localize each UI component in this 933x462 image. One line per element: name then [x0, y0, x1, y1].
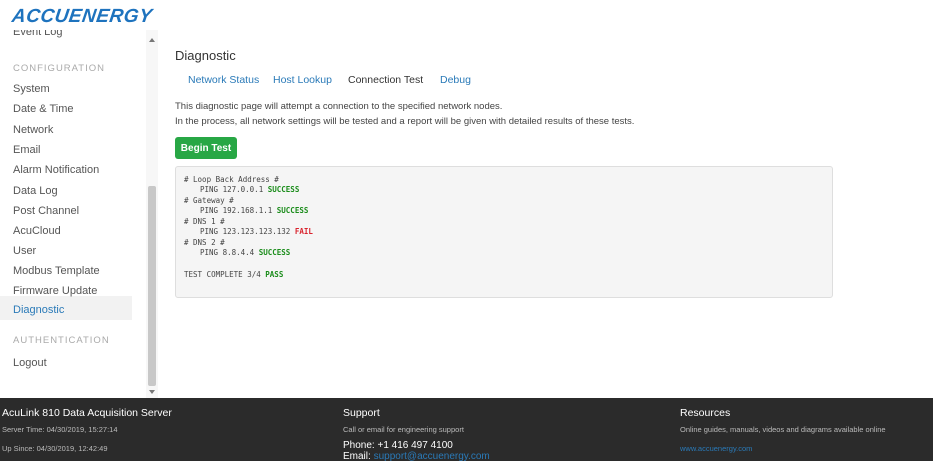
support-email-link[interactable]: support@accuenergy.com [374, 451, 490, 462]
result-ping: PING 127.0.0.1 SUCCESS [200, 185, 300, 194]
resources-link[interactable]: www.accuenergy.com [680, 444, 752, 453]
footer-support-text: Call or email for engineering support [343, 425, 464, 434]
test-results-panel: # Loop Back Address # PING 127.0.0.1 SUC… [175, 166, 833, 298]
sidebar-item-data-log[interactable]: Data Log [13, 185, 58, 197]
tab-debug[interactable]: Debug [440, 74, 471, 86]
description-line-1: This diagnostic page will attempt a conn… [175, 101, 503, 112]
status-fail: FAIL [294, 227, 313, 236]
footer-resources-text: Online guides, manuals, videos and diagr… [680, 425, 886, 434]
result-header: # Gateway # [184, 196, 234, 205]
sidebar-item-email[interactable]: Email [13, 144, 41, 156]
result-summary: TEST COMPLETE 3/4 PASS [184, 270, 284, 279]
result-header: # DNS 2 # [184, 238, 225, 247]
sidebar: Event Log CONFIGURATION System Date & Ti… [0, 30, 160, 398]
status-success: SUCCESS [267, 185, 300, 194]
sidebar-item-alarm-notification[interactable]: Alarm Notification [13, 164, 99, 176]
tab-connection-test[interactable]: Connection Test [348, 74, 423, 86]
result-header: # Loop Back Address # [184, 175, 279, 184]
sidebar-item-post-channel[interactable]: Post Channel [13, 205, 79, 217]
result-ping: PING 123.123.123.132 FAIL [200, 227, 313, 236]
sidebar-item-acucloud[interactable]: AcuCloud [13, 225, 61, 237]
result-header: # DNS 1 # [184, 217, 225, 226]
footer-support-title: Support [343, 407, 380, 419]
footer-email: Email: support@accuenergy.com [343, 451, 490, 462]
scroll-down-arrow-icon[interactable] [149, 390, 155, 394]
tab-network-status[interactable]: Network Status [188, 74, 259, 86]
sidebar-item-modbus-template[interactable]: Modbus Template [13, 265, 100, 277]
sidebar-item-logout[interactable]: Logout [13, 357, 47, 369]
footer-product-title: AcuLink 810 Data Acquisition Server [2, 407, 172, 419]
scroll-up-arrow-icon[interactable] [149, 38, 155, 42]
footer: AcuLink 810 Data Acquisition Server Serv… [0, 398, 933, 462]
status-success: SUCCESS [258, 248, 291, 257]
footer-phone: Phone: +1 416 497 4100 [343, 440, 453, 451]
page-title: Diagnostic [175, 48, 236, 63]
footer-up-since: Up Since: 04/30/2019, 12:42:49 [2, 444, 108, 453]
section-configuration: CONFIGURATION [13, 63, 105, 74]
result-ping: PING 8.8.4.4 SUCCESS [200, 248, 291, 257]
section-authentication: AUTHENTICATION [13, 335, 110, 346]
status-success: SUCCESS [276, 206, 309, 215]
accuenergy-logo[interactable]: ACCUENERGY [10, 6, 154, 28]
footer-resources-title: Resources [680, 407, 731, 419]
status-pass: PASS [265, 270, 284, 279]
result-ping: PING 192.168.1.1 SUCCESS [200, 206, 309, 215]
sidebar-item-user[interactable]: User [13, 245, 36, 257]
sidebar-item-network[interactable]: Network [13, 124, 53, 136]
begin-test-button[interactable]: Begin Test [175, 137, 237, 159]
footer-server-time: Server Time: 04/30/2019, 15:27:14 [2, 425, 118, 434]
sidebar-item-system[interactable]: System [13, 83, 50, 95]
description-line-2: In the process, all network settings wil… [175, 116, 635, 127]
sidebar-item-diagnostic[interactable]: Diagnostic [13, 304, 64, 316]
sidebar-item-event-log[interactable]: Event Log [13, 30, 63, 38]
sidebar-item-firmware-update[interactable]: Firmware Update [13, 285, 97, 297]
header: ACCUENERGY [0, 0, 933, 30]
sidebar-item-date-time[interactable]: Date & Time [13, 103, 74, 115]
tab-host-lookup[interactable]: Host Lookup [273, 74, 332, 86]
sidebar-scroll-thumb[interactable] [148, 186, 156, 386]
